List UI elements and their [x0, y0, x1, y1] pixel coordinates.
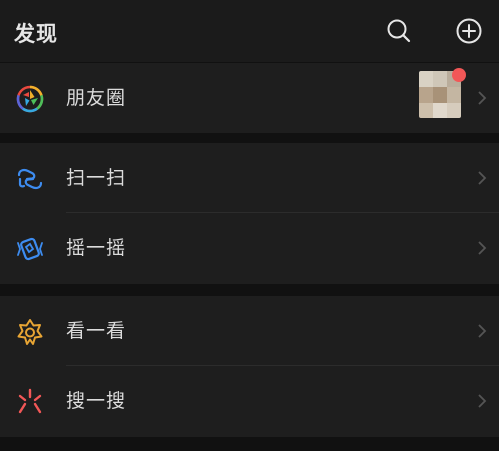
plus-circle-icon: [456, 18, 482, 44]
menu-item-scan[interactable]: 扫一扫: [0, 143, 499, 213]
page-title: 发现: [14, 22, 58, 46]
moments-aperture-icon: [16, 85, 44, 113]
top-stories-icon: [17, 319, 43, 345]
chevron-right-icon: [478, 324, 487, 338]
scan-icon: [17, 168, 43, 190]
chevron-right-icon: [478, 91, 487, 105]
menu-item-shake[interactable]: 摇一摇: [0, 213, 499, 283]
shake-icon: [17, 237, 43, 261]
notification-dot: [452, 68, 466, 82]
menu-item-label: 摇一摇: [66, 237, 127, 259]
group-stories-search: 看一看 搜一搜: [0, 296, 499, 437]
add-button[interactable]: [454, 16, 484, 46]
group-scan-shake: 扫一扫 摇一摇: [0, 143, 499, 284]
search-sparkle-icon: [18, 388, 42, 414]
menu-item-label: 搜一搜: [66, 390, 127, 412]
menu-item-top-stories[interactable]: 看一看: [0, 296, 499, 366]
chevron-right-icon: [478, 241, 487, 255]
chevron-right-icon: [478, 171, 487, 185]
menu-item-label: 朋友圈: [66, 87, 127, 109]
search-icon: [387, 19, 411, 43]
menu-item-label: 扫一扫: [66, 167, 127, 189]
search-button[interactable]: [384, 16, 414, 46]
chevron-right-icon: [478, 394, 487, 408]
top-bar: 发现: [0, 0, 499, 62]
menu-item-label: 看一看: [66, 320, 127, 342]
menu-item-search[interactable]: 搜一搜: [0, 366, 499, 436]
discover-page: 发现 朋友圈 扫一扫 摇一摇 看一看 搜一搜: [0, 0, 499, 451]
